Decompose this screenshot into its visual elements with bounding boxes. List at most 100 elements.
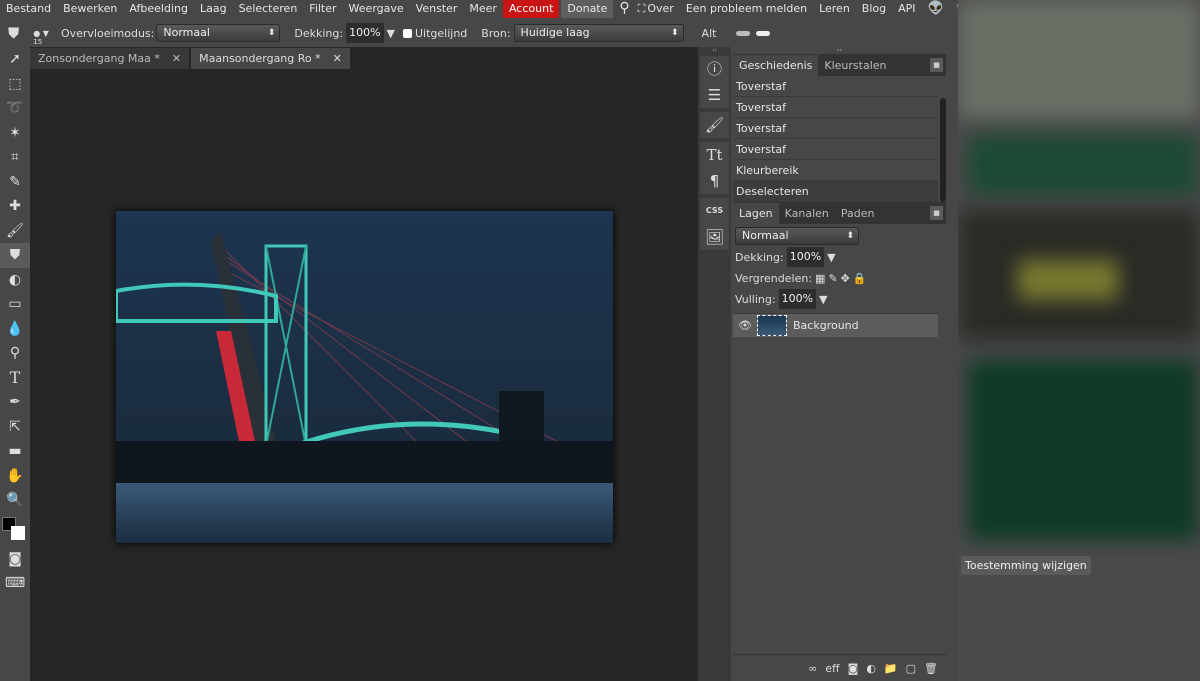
menu-learn[interactable]: Leren <box>813 0 856 18</box>
tab-paden[interactable]: Paden <box>835 203 881 224</box>
layer-row[interactable]: 👁 Background <box>733 313 938 337</box>
document-image[interactable] <box>116 211 613 543</box>
menu-afbeelding[interactable]: Afbeelding <box>123 0 194 18</box>
lock-move-icon[interactable]: ✥ <box>841 272 850 285</box>
history-item[interactable]: Toverstaf <box>733 97 938 118</box>
effects-button[interactable]: eff <box>825 662 839 675</box>
close-icon[interactable]: ✕ <box>172 52 181 65</box>
fullscreen-icon[interactable]: ⛶ <box>636 0 646 18</box>
history-item[interactable]: Kleurbereik <box>733 160 938 181</box>
close-icon[interactable]: ✕ <box>333 52 342 65</box>
character-icon[interactable]: Tt <box>706 142 722 168</box>
eyedropper-tool-icon[interactable]: ✎ <box>0 170 30 195</box>
quick-mask-icon[interactable]: ◙ <box>0 547 30 572</box>
menu-bestand[interactable]: Bestand <box>0 0 57 18</box>
background-color[interactable] <box>11 525 25 540</box>
lock-all-icon[interactable]: 🔒 <box>853 272 867 285</box>
gradient-tool-icon[interactable]: ▭ <box>0 292 30 317</box>
tab-document-2[interactable]: Maansondergang Ro * ✕ <box>191 48 350 69</box>
adjustments-icon[interactable]: ☰ <box>708 82 721 108</box>
opacity-input[interactable]: 100% <box>346 23 384 43</box>
blur-tool-icon[interactable]: 💧 <box>0 317 30 342</box>
toggle-icon[interactable] <box>736 30 751 36</box>
menu-blog[interactable]: Blog <box>856 0 892 18</box>
source-select[interactable]: Huidige laag <box>513 24 684 42</box>
lasso-tool-icon[interactable]: ➰ <box>0 96 30 121</box>
layer-opacity-input[interactable]: 100% <box>786 247 825 267</box>
zoom-tool-icon[interactable]: 🔍 <box>0 488 30 513</box>
trash-icon[interactable]: 🗑 <box>924 662 938 675</box>
magic-wand-tool-icon[interactable]: ✶ <box>0 121 30 146</box>
scrollbar[interactable] <box>940 98 946 202</box>
menu-meer[interactable]: Meer <box>463 0 503 18</box>
aligned-checkbox[interactable] <box>403 28 412 38</box>
reddit-icon[interactable]: 👽 <box>922 0 950 18</box>
opacity-label: Dekking: <box>294 26 344 40</box>
image-icon[interactable]: 🖼 <box>705 224 724 250</box>
shape-tool-icon[interactable]: ▬ <box>0 439 30 464</box>
dropdown-icon[interactable]: ▼ <box>827 251 835 264</box>
menu-weergave[interactable]: Weergave <box>343 0 410 18</box>
lock-paint-icon[interactable]: ✎ <box>828 272 837 285</box>
clone-stamp-tool-icon[interactable]: ⛊ <box>0 243 30 268</box>
keyboard-icon[interactable]: ⌨ <box>0 571 30 596</box>
crop-tool-icon[interactable]: ⌗ <box>0 145 30 170</box>
history-item[interactable]: Toverstaf <box>733 118 938 139</box>
adjustment-icon[interactable]: ◐ <box>866 662 876 675</box>
panel-icon-strip: ‹› ⓘ ☰ 🖌 Tt ¶ CSS 🖼 <box>698 47 731 681</box>
history-item[interactable]: Toverstaf <box>733 76 938 97</box>
brush-preset-picker[interactable]: ● 15 ▼ <box>33 29 49 46</box>
menu-selecteren[interactable]: Selecteren <box>233 0 304 18</box>
pen-tool-icon[interactable]: ✒ <box>0 390 30 415</box>
move-tool-icon[interactable]: ➚ <box>0 47 30 72</box>
donate-button[interactable]: Donate <box>561 0 614 18</box>
type-tool-icon[interactable]: T <box>0 366 30 391</box>
brush-settings-icon[interactable]: 🖌 <box>705 112 724 138</box>
layer-blend-select[interactable]: Normaal <box>735 227 859 245</box>
menu-filter[interactable]: Filter <box>303 0 342 18</box>
menu-bewerken[interactable]: Bewerken <box>57 0 123 18</box>
path-select-tool-icon[interactable]: ⇱ <box>0 415 30 440</box>
new-layer-icon[interactable]: ▢ <box>906 662 916 675</box>
menu-over[interactable]: Over <box>645 0 679 18</box>
link-icon[interactable]: ∞ <box>808 662 817 675</box>
tab-kanalen[interactable]: Kanalen <box>779 203 835 224</box>
layer-name[interactable]: Background <box>793 319 859 332</box>
panel-menu-button[interactable]: ■ <box>930 206 943 220</box>
menu-api[interactable]: API <box>892 0 921 18</box>
collapse-handle[interactable]: ›‹ <box>733 47 946 54</box>
account-button[interactable]: Account <box>502 0 560 18</box>
history-item[interactable]: Toverstaf <box>733 139 938 160</box>
tab-kleurstalen[interactable]: Kleurstalen <box>818 55 892 76</box>
hand-tool-icon[interactable]: ✋ <box>0 464 30 489</box>
consent-button[interactable]: Toestemming wijzigen <box>961 556 1091 575</box>
visibility-eye-icon[interactable]: 👁 <box>738 319 754 332</box>
opacity-dropdown-icon[interactable]: ▼ <box>387 27 395 40</box>
collapse-handle[interactable]: ‹› <box>698 47 731 54</box>
toggle-icon-2[interactable] <box>756 30 771 36</box>
tab-geschiedenis[interactable]: Geschiedenis <box>733 55 819 76</box>
menu-venster[interactable]: Venster <box>410 0 464 18</box>
fill-input[interactable]: 100% <box>778 289 817 309</box>
panel-menu-button[interactable]: ■ <box>930 58 943 72</box>
mask-icon[interactable]: ◙ <box>848 662 859 675</box>
dodge-tool-icon[interactable]: ⚲ <box>0 341 30 366</box>
marquee-tool-icon[interactable]: ⬚ <box>0 72 30 97</box>
lock-transparency-icon[interactable]: ▦ <box>815 272 825 285</box>
paragraph-icon[interactable]: ¶ <box>710 168 720 194</box>
eraser-tool-icon[interactable]: ◐ <box>0 268 30 293</box>
menu-report[interactable]: Een probleem melden <box>680 0 813 18</box>
healing-tool-icon[interactable]: ✚ <box>0 194 30 219</box>
info-icon[interactable]: ⓘ <box>707 56 722 82</box>
tab-lagen[interactable]: Lagen <box>733 203 779 224</box>
tab-document-1[interactable]: Zonsondergang Maa * ✕ <box>30 48 190 69</box>
history-item-current[interactable]: Deselecteren <box>733 181 938 202</box>
brush-tool-icon[interactable]: 🖌 <box>0 219 30 244</box>
search-icon[interactable]: ⚲ <box>613 0 635 18</box>
color-swatches[interactable] <box>0 516 30 547</box>
folder-icon[interactable]: 📁 <box>884 662 898 675</box>
css-icon[interactable]: CSS <box>706 198 723 224</box>
menu-laag[interactable]: Laag <box>194 0 233 18</box>
dropdown-icon[interactable]: ▼ <box>819 293 827 306</box>
blend-mode-select[interactable]: Normaal <box>156 24 281 42</box>
